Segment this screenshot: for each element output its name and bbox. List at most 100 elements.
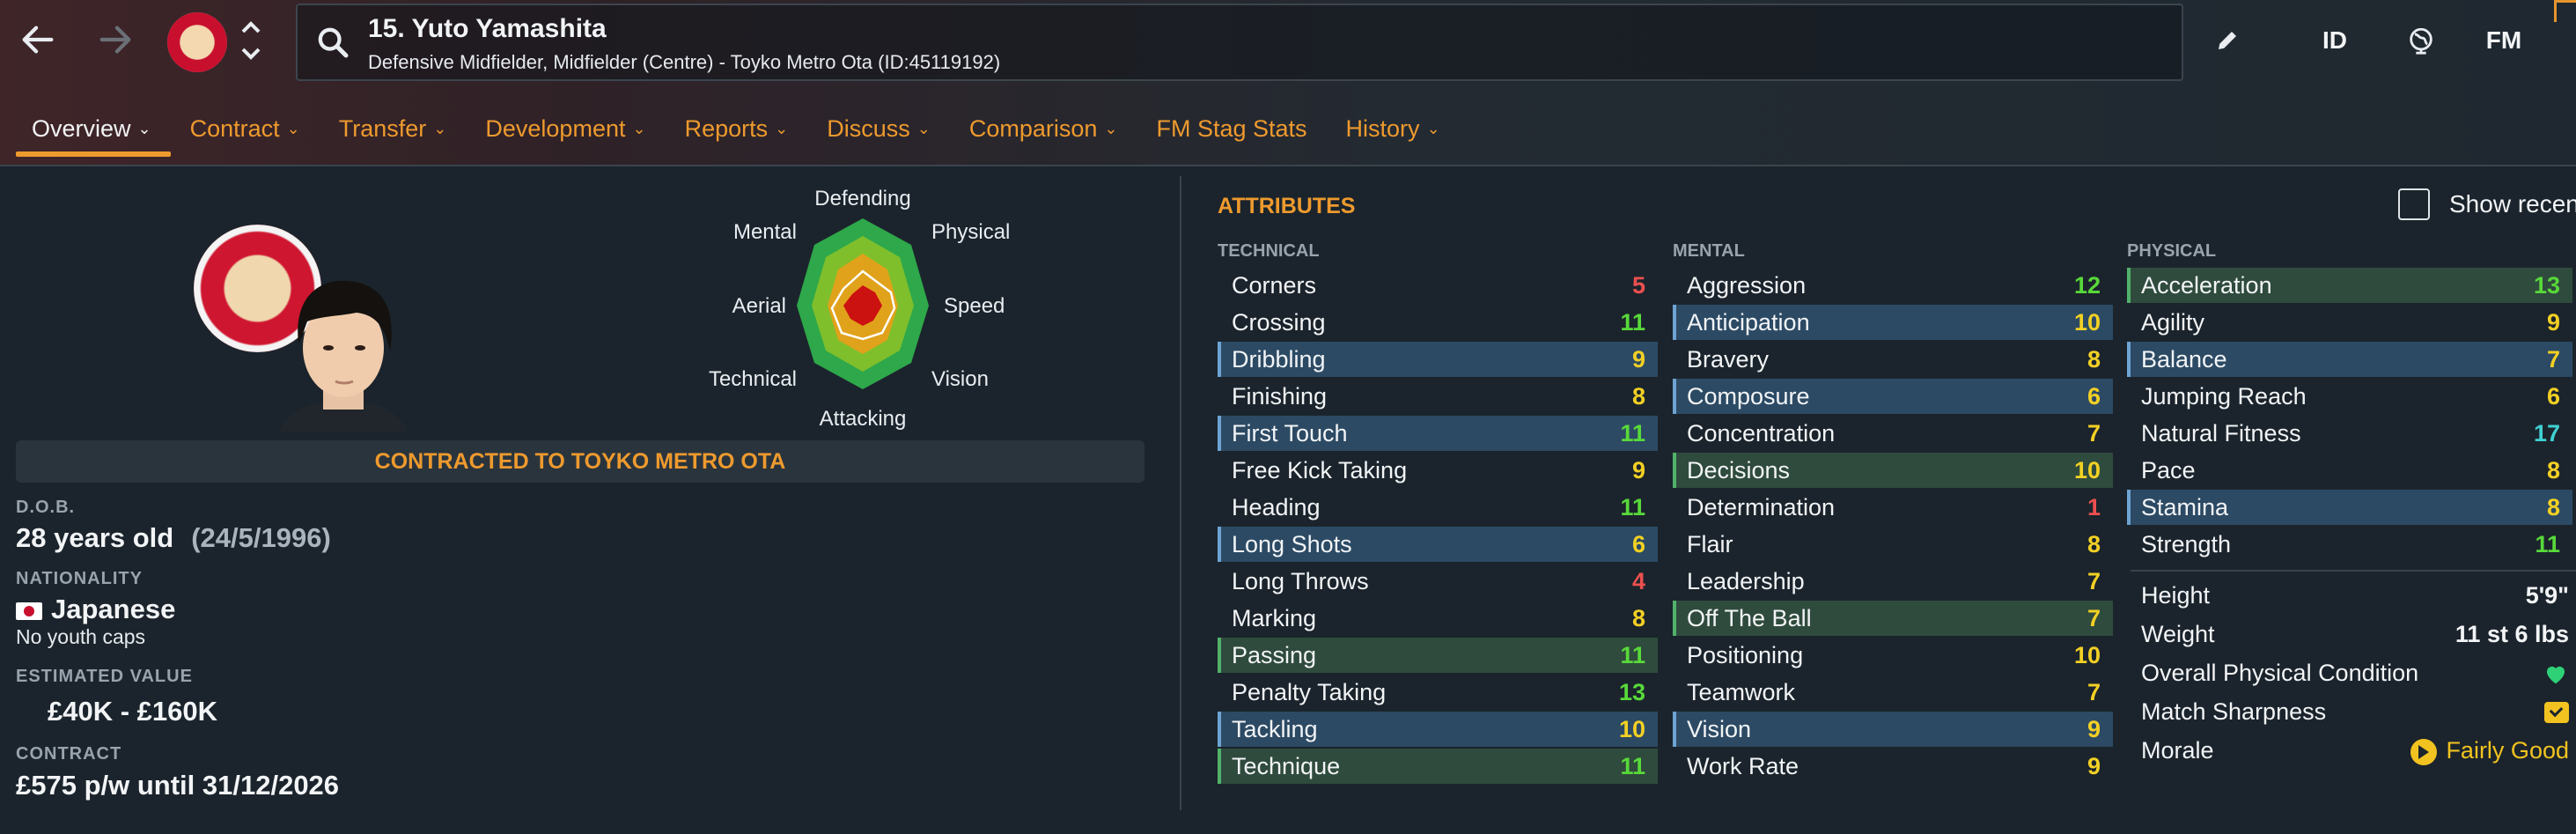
attribute-row-vision[interactable]: Vision 9: [1673, 712, 2113, 747]
attribute-row-crossing[interactable]: Crossing 11: [1218, 305, 1658, 340]
tab-transfer[interactable]: Transfer ⌄: [320, 104, 467, 153]
attribute-row-finishing[interactable]: Finishing 8: [1218, 379, 1658, 414]
attribute-row-agility[interactable]: Agility 9: [2127, 305, 2572, 340]
tab-history[interactable]: History ⌄: [1327, 104, 1460, 153]
attribute-row-first-touch[interactable]: First Touch 11: [1218, 416, 1658, 451]
contract-label: CONTRACT: [16, 744, 122, 764]
attribute-value: 13: [2533, 271, 2560, 299]
attribute-row-off-the-ball[interactable]: Off The Ball 7: [1673, 601, 2113, 636]
attribute-row-leadership[interactable]: Leadership 7: [1673, 564, 2113, 599]
back-button[interactable]: [11, 12, 65, 67]
attribute-row-acceleration[interactable]: Acceleration 13: [2127, 268, 2572, 303]
globe-button[interactable]: [2402, 18, 2440, 63]
attribute-row-long-shots[interactable]: Long Shots 6: [1218, 527, 1658, 562]
attribute-row-composure[interactable]: Composure 6: [1673, 379, 2113, 414]
attribute-row-penalty-taking[interactable]: Penalty Taking 13: [1218, 675, 1658, 710]
attribute-value: 7: [2087, 567, 2101, 594]
attribute-row-natural-fitness[interactable]: Natural Fitness 17: [2127, 416, 2572, 451]
nationality-value[interactable]: Japanese: [16, 594, 175, 625]
attribute-name: Agility: [2141, 308, 2205, 336]
attribute-row-aggression[interactable]: Aggression 12: [1673, 268, 2113, 303]
attribute-value: 8: [2087, 345, 2101, 373]
attribute-row-positioning[interactable]: Positioning 10: [1673, 638, 2113, 673]
radar-label-physical: Physical: [931, 220, 1010, 244]
attribute-name: Determination: [1687, 493, 1836, 520]
technical-attributes: Corners 5 Crossing 11 Dribbling 9 Finishing 8 Fi…: [1218, 268, 1658, 786]
attribute-row-work-rate[interactable]: Work Rate 9: [1673, 749, 2113, 784]
attribute-row-pace[interactable]: Pace 8: [2127, 453, 2572, 488]
attribute-name: Corners: [1232, 271, 1317, 299]
chevron-down-icon: ⌄: [775, 119, 789, 137]
tab-label: FM Stag Stats: [1156, 114, 1307, 142]
attribute-row-jumping-reach[interactable]: Jumping Reach 6: [2127, 379, 2572, 414]
id-button[interactable]: ID: [2315, 18, 2354, 63]
attribute-row-stamina[interactable]: Stamina 8: [2127, 490, 2572, 525]
attribute-row-heading[interactable]: Heading 11: [1218, 490, 1658, 525]
attribute-value: 7: [2087, 604, 2101, 631]
tab-label: Transfer: [338, 114, 427, 142]
attribute-row-technique[interactable]: Technique 11: [1218, 749, 1658, 784]
forward-button[interactable]: [88, 12, 143, 67]
attribute-row-dribbling[interactable]: Dribbling 9: [1218, 342, 1658, 377]
globe-icon: [2410, 27, 2432, 55]
tab-discuss[interactable]: Discuss ⌄: [807, 104, 950, 153]
attribute-value: 8: [1631, 382, 1645, 410]
tab-label: Comparison: [968, 114, 1098, 142]
attribute-name: Off The Ball: [1687, 604, 1812, 631]
tab-contract[interactable]: Contract ⌄: [171, 104, 320, 153]
edit-button[interactable]: [2210, 18, 2245, 63]
attribute-value: 10: [2073, 308, 2101, 336]
attribute-row-balance[interactable]: Balance 7: [2127, 342, 2572, 377]
attribute-row-teamwork[interactable]: Teamwork 7: [1673, 675, 2113, 710]
attribute-value: 8: [1631, 604, 1645, 631]
attribute-row-tackling[interactable]: Tackling 10: [1218, 712, 1658, 747]
nationality-name: Japanese: [51, 594, 176, 624]
club-badge[interactable]: [167, 12, 227, 72]
nationality-label: NATIONALITY: [16, 569, 143, 588]
player-scroll-buttons[interactable]: [238, 16, 264, 65]
tab-fm-stag-stats[interactable]: FM Stag Stats: [1137, 104, 1326, 153]
condition-row[interactable]: Overall Physical Condition: [2131, 660, 2569, 687]
attribute-value: 10: [2073, 456, 2101, 483]
attribute-row-flair[interactable]: Flair 8: [1673, 527, 2113, 562]
fm-menu-button[interactable]: FM: [2481, 18, 2527, 63]
attribute-row-long-throws[interactable]: Long Throws 4: [1218, 564, 1658, 599]
tab-overview[interactable]: Overview ⌄: [12, 104, 171, 157]
morale-row[interactable]: Morale Fairly Good: [2131, 737, 2569, 765]
radar-label-aerial: Aerial: [732, 294, 786, 318]
attribute-value: 7: [2087, 678, 2101, 705]
attribute-row-concentration[interactable]: Concentration 7: [1673, 416, 2113, 451]
attribute-value: 6: [1631, 530, 1645, 557]
attribute-row-corners[interactable]: Corners 5: [1218, 268, 1658, 303]
attribute-row-strength[interactable]: Strength 11: [2127, 527, 2572, 562]
attribute-value: 9: [1631, 456, 1645, 483]
tab-comparison[interactable]: Comparison ⌄: [950, 104, 1137, 153]
attribute-name: First Touch: [1232, 419, 1348, 447]
attribute-row-determination[interactable]: Determination 1: [1673, 490, 2113, 525]
attribute-row-anticipation[interactable]: Anticipation 10: [1673, 305, 2113, 340]
attribute-row-free-kick-taking[interactable]: Free Kick Taking 9: [1218, 453, 1658, 488]
player-photo: [279, 280, 408, 432]
condition-label: Overall Physical Condition: [2141, 660, 2419, 686]
chevron-down-icon: ⌄: [916, 119, 931, 137]
player-search-box[interactable]: 15. Yuto Yamashita Defensive Midfielder,…: [296, 4, 2183, 81]
attribute-row-decisions[interactable]: Decisions 10: [1673, 453, 2113, 488]
tab-label: History: [1345, 114, 1420, 142]
attribute-value: 11: [1620, 641, 1645, 668]
radar-label-defending: Defending: [814, 187, 910, 210]
attribute-row-marking[interactable]: Marking 8: [1218, 601, 1658, 636]
attribute-value: 11: [2535, 530, 2560, 557]
tab-reports[interactable]: Reports ⌄: [666, 104, 808, 153]
attribute-row-bravery[interactable]: Bravery 8: [1673, 342, 2113, 377]
japan-flag-icon: [16, 602, 42, 620]
attribute-row-passing[interactable]: Passing 11: [1218, 638, 1658, 673]
weight-label: Weight: [2141, 621, 2215, 647]
chevron-down-icon: ⌄: [433, 119, 447, 137]
id-icon: ID: [2322, 26, 2347, 54]
attribute-name: Pace: [2141, 456, 2196, 483]
tab-development[interactable]: Development ⌄: [466, 104, 665, 153]
fm-logo-icon: FM: [2485, 26, 2522, 54]
show-recent-toggle[interactable]: Show recen: [2398, 188, 2576, 220]
show-recent-checkbox[interactable]: [2398, 188, 2430, 220]
sharpness-row[interactable]: Match Sharpness: [2131, 698, 2569, 726]
